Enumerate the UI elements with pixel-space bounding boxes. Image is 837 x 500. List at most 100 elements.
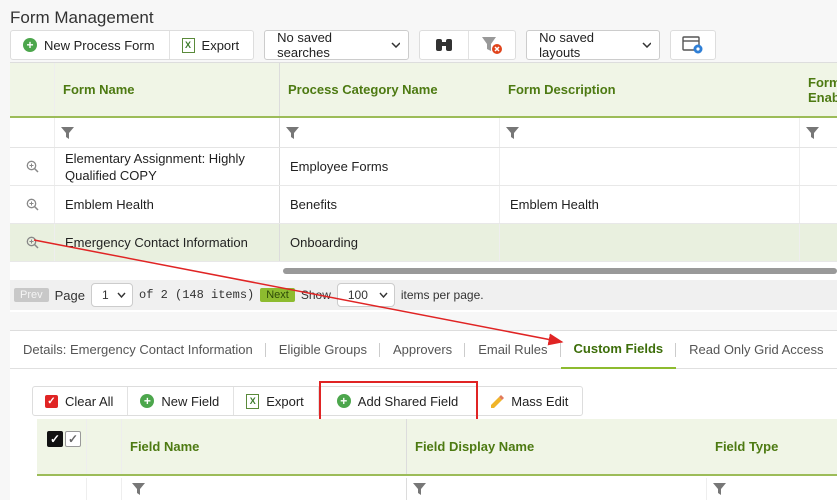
custom-fields-toolbar: ✓ Clear All + New Field X Export + Add S…: [32, 386, 584, 416]
filter-icon: [286, 126, 299, 139]
clear-all-label: Clear All: [65, 393, 114, 409]
header-form-name[interactable]: Form Name: [55, 63, 280, 116]
pencil-icon: [491, 394, 505, 408]
filter-form-description[interactable]: [500, 118, 800, 147]
next-button[interactable]: Next: [260, 288, 295, 302]
clear-all-button[interactable]: ✓ Clear All: [33, 387, 129, 415]
new-field-label: New Field: [161, 393, 220, 409]
zoom-icon[interactable]: [10, 148, 55, 185]
cell-form-name: Emergency Contact Information: [55, 224, 280, 261]
table-row-selected[interactable]: Emergency Contact Information Onboarding: [10, 224, 837, 262]
binoculars-button[interactable]: [420, 31, 470, 59]
plus-circle-icon: +: [140, 394, 155, 408]
uncheck-all-icon[interactable]: ✓: [65, 431, 81, 447]
per-page-select[interactable]: 100: [336, 283, 395, 307]
add-shared-field-button[interactable]: + Add Shared Field: [319, 387, 478, 415]
custom-fields-filter-row: [37, 478, 837, 500]
tab-details[interactable]: Details: Emergency Contact Information: [10, 331, 266, 369]
header-form-enabled[interactable]: Form Enab: [800, 63, 837, 116]
filter-icon: [61, 126, 74, 139]
page-select[interactable]: 1: [91, 283, 133, 307]
per-page-value: 100: [347, 288, 368, 302]
saved-layouts-select[interactable]: No saved layouts: [526, 30, 661, 60]
chevron-down-icon: [117, 292, 126, 298]
saved-searches-select[interactable]: No saved searches: [264, 30, 410, 60]
export-label: Export: [201, 37, 240, 53]
cell-category: Employee Forms: [280, 148, 500, 185]
mass-edit-button[interactable]: Mass Edit: [477, 387, 582, 415]
filter-spacer: [87, 478, 122, 500]
custom-fields-grid-header: ✓ ✓ Field Name Field Display Name Field …: [37, 419, 837, 476]
new-process-form-label: New Process Form: [44, 37, 155, 53]
plus-circle-icon: +: [23, 38, 37, 52]
clear-filter-icon: [482, 37, 503, 54]
cell-enabled: [800, 224, 837, 261]
detail-tabs: Details: Emergency Contact Information E…: [10, 331, 837, 369]
tab-approvers[interactable]: Approvers: [380, 331, 466, 369]
horizontal-scrollbar[interactable]: [283, 268, 837, 274]
chevron-down-icon: [642, 42, 652, 48]
tab-email-rules[interactable]: Email Rules: [465, 331, 561, 369]
table-row[interactable]: Elementary Assignment: Highly Qualified …: [10, 148, 837, 186]
filter-icon: [413, 483, 426, 495]
layout-settings-icon: [682, 36, 703, 54]
header-field-name[interactable]: Field Name: [122, 419, 407, 474]
chevron-down-icon: [391, 42, 401, 48]
chevron-down-icon: [379, 292, 388, 298]
new-field-button[interactable]: + New Field: [128, 387, 235, 415]
cell-enabled: [800, 186, 837, 223]
page-label: Page: [54, 287, 85, 303]
filter-field-type[interactable]: [707, 478, 837, 500]
zoom-icon[interactable]: [10, 224, 55, 261]
filter-form-enabled[interactable]: [800, 118, 837, 147]
filter-icon: [506, 126, 519, 139]
header-form-enabled-line1: Form: [808, 74, 837, 90]
page-count-text: of 2 (148 items): [139, 288, 255, 302]
cell-category: Benefits: [280, 186, 500, 223]
clear-filter-button[interactable]: [469, 31, 515, 59]
filter-icon: [713, 483, 726, 495]
filter-spacer: [10, 118, 55, 147]
cell-enabled: [800, 148, 837, 185]
header-process-category[interactable]: Process Category Name: [280, 63, 500, 116]
filter-form-name[interactable]: [55, 118, 280, 147]
layout-settings-button[interactable]: [670, 30, 717, 60]
main-toolbar: + New Process Form X Export No saved sea…: [10, 30, 717, 60]
add-shared-field-label: Add Shared Field: [357, 393, 459, 409]
grid-filter-row: [10, 118, 837, 148]
export-button[interactable]: X Export: [170, 31, 254, 59]
select-all-checkboxes[interactable]: ✓ ✓: [37, 419, 87, 474]
filter-icon: [806, 126, 819, 139]
check-all-icon[interactable]: ✓: [47, 431, 63, 447]
saved-searches-value: No saved searches: [277, 30, 333, 60]
cell-description: Emblem Health: [500, 186, 800, 223]
cell-description: [500, 224, 800, 261]
header-form-description[interactable]: Form Description: [500, 63, 800, 116]
filter-icon: [132, 483, 145, 495]
forms-grid: Form Name Process Category Name Form Des…: [10, 62, 837, 312]
zoom-icon[interactable]: [10, 186, 55, 223]
table-row[interactable]: Emblem Health Benefits Emblem Health: [10, 186, 837, 224]
saved-layouts-value: No saved layouts: [539, 30, 595, 60]
cell-form-name: Elementary Assignment: Highly Qualified …: [55, 148, 280, 185]
action-button-group: + New Process Form X Export: [10, 30, 255, 60]
plus-circle-icon: +: [336, 394, 351, 408]
header-field-display-name[interactable]: Field Display Name: [407, 419, 707, 474]
tab-read-only-grid-access[interactable]: Read Only Grid Access: [676, 331, 836, 369]
prev-button[interactable]: Prev: [14, 288, 49, 302]
tab-eligible-groups[interactable]: Eligible Groups: [266, 331, 381, 369]
filter-process-category[interactable]: [280, 118, 500, 147]
filter-spacer: [37, 478, 87, 500]
export-fields-label: Export: [266, 393, 304, 409]
filter-field-name[interactable]: [122, 478, 407, 500]
pager: Prev Page 1 of 2 (148 items) Next Show 1…: [10, 280, 837, 310]
tab-custom-fields[interactable]: Custom Fields: [560, 331, 677, 369]
excel-icon: X: [181, 37, 195, 53]
filter-field-display-name[interactable]: [407, 478, 707, 500]
cell-category: Onboarding: [280, 224, 500, 261]
header-form-enabled-line2: Enab: [808, 89, 837, 105]
per-page-suffix: items per page.: [400, 288, 484, 302]
new-process-form-button[interactable]: + New Process Form: [11, 31, 170, 59]
header-field-type[interactable]: Field Type: [707, 419, 837, 474]
export-fields-button[interactable]: X Export: [234, 387, 319, 415]
